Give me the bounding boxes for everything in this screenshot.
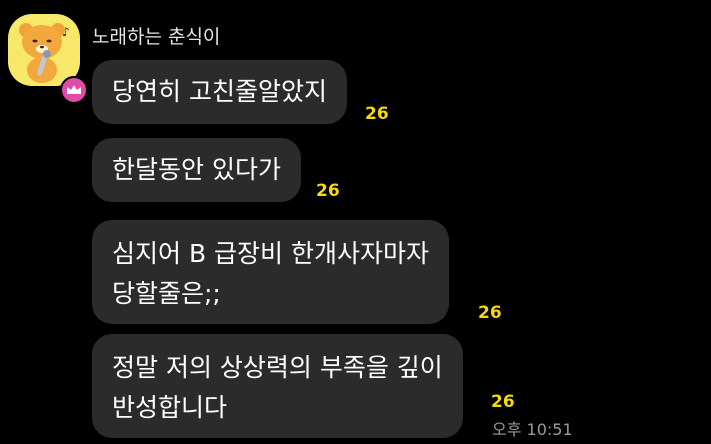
unread-count: 26 [491,392,515,412]
message-text: 당연히 고친줄알았지 [112,77,327,106]
unread-count: 26 [478,303,502,323]
message-bubble[interactable]: 정말 저의 상상력의 부족을 깊이 반성합니다 [92,334,463,438]
unread-count: 26 [365,104,389,124]
crown-icon [67,85,81,94]
message-bubble[interactable]: 심지어 B 급장비 한개사자마자 당할줄은;; [92,220,449,324]
unread-count: 26 [316,181,340,201]
message-text: 한달동안 있다가 [112,155,281,184]
message-bubble[interactable]: 당연히 고친줄알았지 [92,60,347,124]
sender-name: 노래하는 춘식이 [92,26,221,48]
crown-badge [60,76,88,104]
character-avatar-icon: ♪ [19,23,70,83]
message-text: 심지어 B 급장비 한개사자마자 [112,239,429,268]
message-bubble[interactable]: 한달동안 있다가 [92,138,301,202]
avatar[interactable]: ♪ [8,14,88,104]
svg-text:♪: ♪ [62,25,70,39]
message-timestamp: 오후 10:51 [492,420,573,439]
message-text: 당할줄은;; [112,279,221,308]
message-text: 반성합니다 [112,393,228,422]
message-text: 정말 저의 상상력의 부족을 깊이 [112,353,443,382]
